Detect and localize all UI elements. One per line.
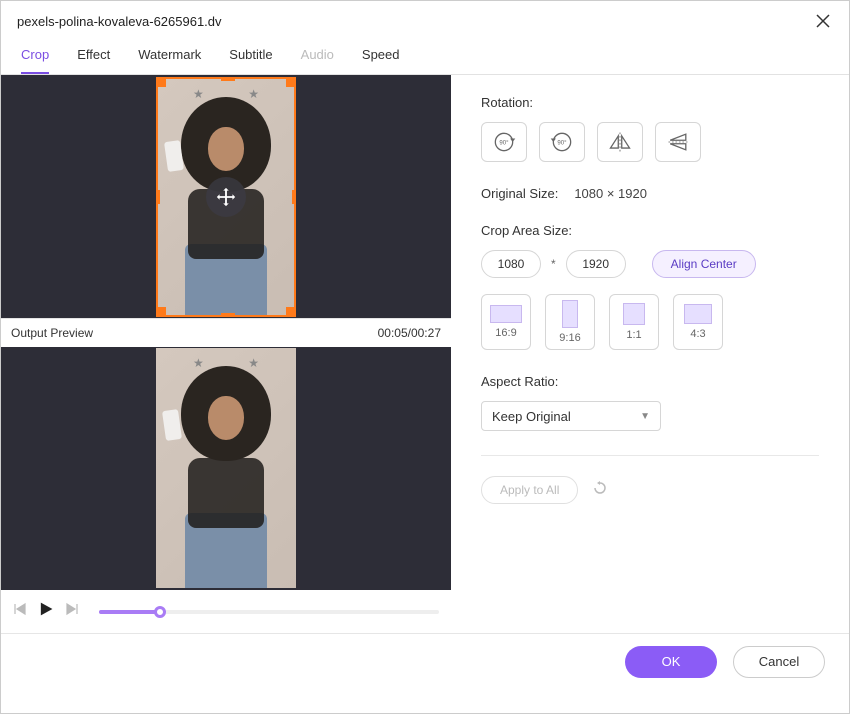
time-display: 00:05/00:27 <box>378 326 441 340</box>
video-thumbnail-output <box>156 348 296 588</box>
output-preview <box>1 347 451 590</box>
svg-text:90°: 90° <box>557 141 567 147</box>
svg-text:90°: 90° <box>499 141 509 147</box>
preview-panel: Output Preview 00:05/00:27 <box>1 75 451 633</box>
ratio-shape-icon <box>562 300 578 328</box>
crop-handle-tr[interactable] <box>286 77 296 87</box>
ratio-1-1[interactable]: 1:1 <box>609 294 659 350</box>
crop-handle-mr[interactable] <box>292 190 296 204</box>
ratio-shape-icon <box>684 304 712 324</box>
rotation-buttons: 90° 90° <box>481 122 819 162</box>
ok-button[interactable]: OK <box>625 646 717 678</box>
cancel-button[interactable]: Cancel <box>733 646 825 678</box>
tab-speed[interactable]: Speed <box>362 41 400 74</box>
slider-thumb[interactable] <box>154 606 166 618</box>
ratio-9-16[interactable]: 9:16 <box>545 294 595 350</box>
move-handle-icon[interactable] <box>206 177 246 217</box>
align-center-button[interactable]: Align Center <box>652 250 756 278</box>
ratio-4-3[interactable]: 4:3 <box>673 294 723 350</box>
tab-subtitle[interactable]: Subtitle <box>229 41 272 74</box>
output-frame <box>156 348 296 588</box>
ratio-shape-icon <box>490 305 522 323</box>
crop-size-row: * Align Center <box>481 250 819 278</box>
window-title: pexels-polina-kovaleva-6265961.dv <box>17 14 222 29</box>
aspect-ratio-selected: Keep Original <box>492 409 571 424</box>
divider <box>481 455 819 456</box>
crop-handle-bl[interactable] <box>156 307 166 317</box>
crop-handle-mt[interactable] <box>221 77 235 81</box>
tab-effect[interactable]: Effect <box>77 41 110 74</box>
playback-bar <box>1 590 451 633</box>
crop-handle-tl[interactable] <box>156 77 166 87</box>
ratio-shape-icon <box>623 303 645 325</box>
crop-handle-mb[interactable] <box>221 313 235 317</box>
original-size-label: Original Size: <box>481 186 558 201</box>
preview-status-bar: Output Preview 00:05/00:27 <box>1 318 451 346</box>
output-preview-label: Output Preview <box>11 326 93 340</box>
aspect-ratio-dropdown[interactable]: Keep Original ▼ <box>481 401 661 431</box>
crop-frame[interactable] <box>156 77 296 317</box>
crop-handle-ml[interactable] <box>156 190 160 204</box>
rotation-label: Rotation: <box>481 95 819 110</box>
apply-row: Apply to All <box>481 476 819 504</box>
playback-slider[interactable] <box>99 610 439 614</box>
crop-height-input[interactable] <box>566 250 626 278</box>
original-size-value: 1080 × 1920 <box>574 186 647 201</box>
tab-watermark[interactable]: Watermark <box>138 41 201 74</box>
flip-vertical-icon[interactable] <box>655 122 701 162</box>
rotate-cw-icon[interactable]: 90° <box>481 122 527 162</box>
settings-panel: Rotation: 90° 90° Original Size: 1080 × … <box>451 75 849 633</box>
reset-icon[interactable] <box>592 480 608 501</box>
play-controls <box>13 600 79 623</box>
next-frame-icon[interactable] <box>65 602 79 621</box>
rotate-ccw-icon[interactable]: 90° <box>539 122 585 162</box>
apply-to-all-button[interactable]: Apply to All <box>481 476 578 504</box>
ratio-16-9[interactable]: 16:9 <box>481 294 531 350</box>
close-icon[interactable] <box>813 11 833 31</box>
titlebar: pexels-polina-kovaleva-6265961.dv <box>1 1 849 37</box>
crop-area-label: Crop Area Size: <box>481 223 819 238</box>
original-size-row: Original Size: 1080 × 1920 <box>481 186 819 201</box>
multiply-symbol: * <box>551 257 556 271</box>
ratio-presets: 16:9 9:16 1:1 4:3 <box>481 294 819 350</box>
crop-handle-br[interactable] <box>286 307 296 317</box>
chevron-down-icon: ▼ <box>640 411 650 422</box>
tab-crop[interactable]: Crop <box>21 41 49 74</box>
dialog-footer: OK Cancel <box>1 633 849 689</box>
slider-fill <box>99 610 160 614</box>
flip-horizontal-icon[interactable] <box>597 122 643 162</box>
prev-frame-icon[interactable] <box>13 602 27 621</box>
aspect-ratio-label: Aspect Ratio: <box>481 374 819 389</box>
play-icon[interactable] <box>37 600 55 623</box>
crop-preview[interactable] <box>1 75 451 318</box>
crop-width-input[interactable] <box>481 250 541 278</box>
content-area: Output Preview 00:05/00:27 <box>1 75 849 633</box>
tab-bar: Crop Effect Watermark Subtitle Audio Spe… <box>1 37 849 75</box>
tab-audio: Audio <box>301 41 334 74</box>
